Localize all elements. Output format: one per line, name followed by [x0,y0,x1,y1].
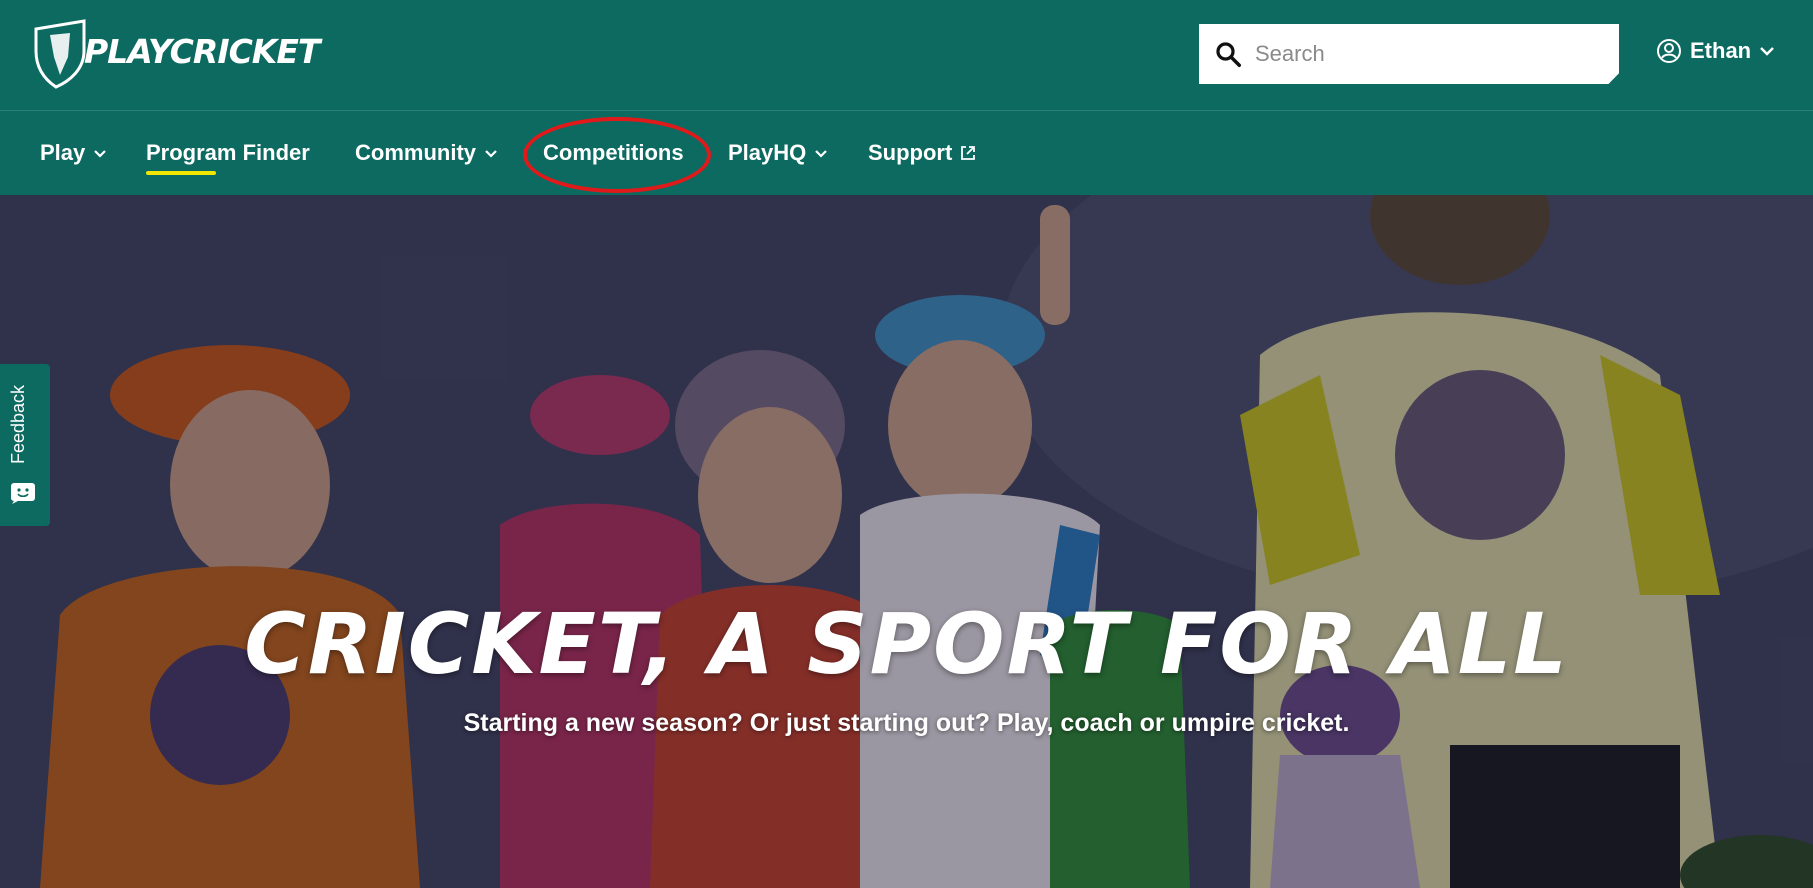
nav-item-label: Community [355,140,476,165]
chevron-down-icon [94,149,107,158]
nav-item-support[interactable]: Support [868,111,976,195]
nav-item-label: Support [868,140,953,165]
feedback-label: Feedback [8,384,28,464]
playcricket-logo[interactable]: PLAYCRICKET [30,18,320,90]
feedback-tab[interactable]: Feedback [0,364,50,526]
chevron-down-icon [815,149,828,158]
nav-item-playhq[interactable]: PlayHQ [728,111,828,195]
nav-item-label: Play [40,140,86,165]
nav-item-label: Program Finder [146,140,310,165]
nav-item-play[interactable]: Play [40,111,107,195]
active-underline [146,171,216,175]
nav-item-program-finder[interactable]: Program Finder [146,111,310,195]
chevron-down-icon [1760,47,1774,56]
nav-item-label: Competitions [543,140,684,165]
user-circle-icon [1657,39,1681,63]
user-menu[interactable]: Ethan [1656,38,1775,64]
nav-item-label: PlayHQ [728,140,807,165]
hero-dim-overlay [0,195,1813,888]
user-name: Ethan [1690,38,1752,63]
search-box[interactable] [1199,24,1619,84]
hero-title: CRICKET, A SPORT FOR ALL [244,595,1569,693]
search-input[interactable] [1255,41,1595,67]
nav-item-competitions[interactable]: Competitions [543,111,684,195]
search-icon [1216,42,1241,67]
logo-text: PLAYCRICKET [84,32,320,71]
top-bar: PLAYCRICKET Ethan [0,0,1813,111]
main-nav: Play Program Finder Community Competitio… [0,111,1813,195]
hero-subtitle: Starting a new season? Or just starting … [463,709,1350,737]
external-link-icon [961,146,976,160]
feedback-face-icon [11,483,35,504]
shield-logo-icon [34,19,86,89]
chevron-down-icon [485,149,497,158]
hero-banner: CRICKET, A SPORT FOR ALL Starting a new … [0,195,1813,888]
nav-item-community[interactable]: Community [355,111,498,195]
